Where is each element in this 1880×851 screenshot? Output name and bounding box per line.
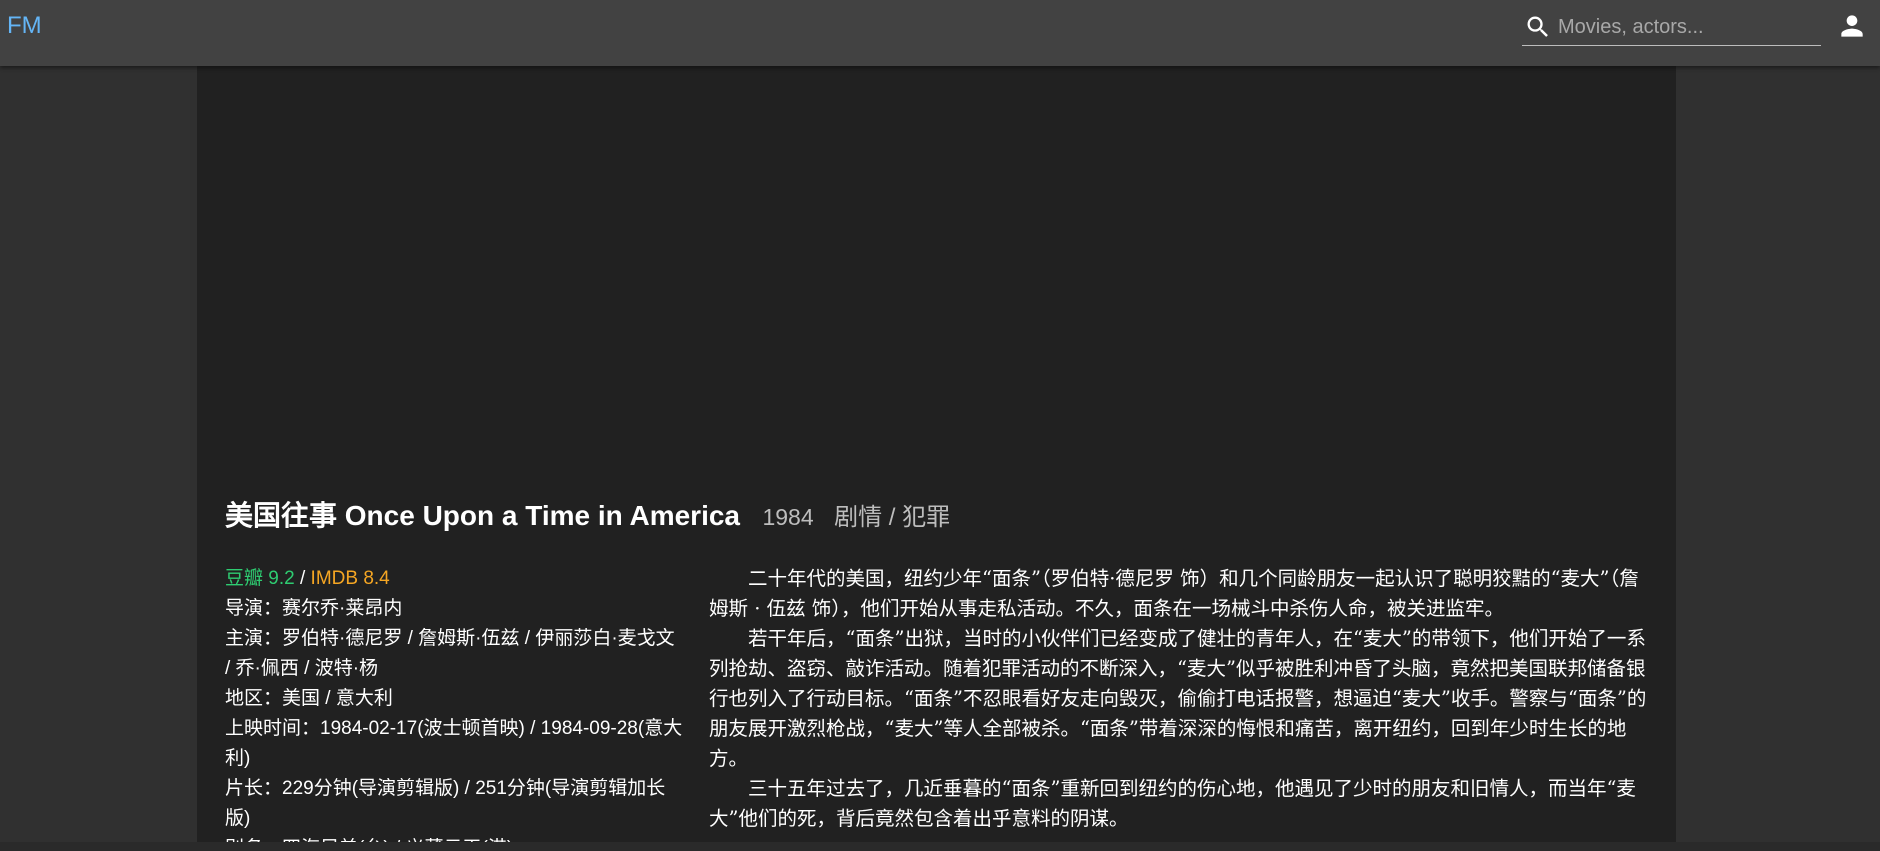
movie-detail-panel: 美国往事 Once Upon a Time in America 1984 剧情… bbox=[197, 66, 1676, 842]
douban-rating[interactable]: 豆瓣 9.2 bbox=[225, 568, 295, 589]
synopsis: 二十年代的美国，纽约少年“面条”（罗伯特·德尼罗 饰）和几个同龄朋友一起认识了聪… bbox=[709, 564, 1649, 834]
imdb-rating[interactable]: IMDB 8.4 bbox=[311, 568, 390, 589]
account-icon[interactable] bbox=[1836, 10, 1868, 42]
info-director: 导演：赛尔乔·莱昂内 bbox=[225, 598, 403, 619]
movie-genres: 剧情 / 犯罪 bbox=[834, 504, 951, 531]
search-box bbox=[1522, 9, 1821, 46]
info-region: 地区：美国 / 意大利 bbox=[225, 688, 393, 709]
info-release-date: 上映时间：1984-02-17(波士顿首映) / 1984-09-28(意大利) bbox=[225, 718, 683, 769]
movie-info: 豆瓣 9.2 / IMDB 8.4 导演：赛尔乔·莱昂内 主演：罗伯特·德尼罗 … bbox=[225, 564, 683, 842]
synopsis-paragraph: 三十五年过去了，几近垂暮的“面条”重新回到纽约的伤心地，他遇见了少时的朋友和旧情… bbox=[709, 777, 1636, 830]
search-input[interactable] bbox=[1558, 14, 1813, 40]
app-bar: FM bbox=[0, 0, 1880, 66]
ratings: 豆瓣 9.2 / IMDB 8.4 bbox=[225, 564, 683, 594]
synopsis-paragraph: 若干年后，“面条”出狱，当时的小伙伴们已经变成了健壮的青年人，在“麦大”的带领下… bbox=[709, 627, 1647, 770]
movie-title: 美国往事 Once Upon a Time in America bbox=[225, 500, 741, 531]
movie-year: 1984 bbox=[762, 504, 814, 530]
info-cast: 主演：罗伯特·德尼罗 / 詹姆斯·伍兹 / 伊丽莎白·麦戈文 / 乔·佩西 / … bbox=[225, 628, 675, 679]
info-aka: 别名：四海兄弟(台) / 义薄云天(港) bbox=[225, 834, 683, 842]
rating-separator: / bbox=[294, 568, 311, 589]
search-icon[interactable] bbox=[1524, 13, 1552, 41]
bottom-edge bbox=[0, 842, 1880, 851]
backdrop-area bbox=[197, 66, 1676, 466]
info-runtime: 片长：229分钟(导演剪辑版) / 251分钟(导演剪辑加长版) bbox=[225, 778, 666, 829]
brand-logo[interactable]: FM bbox=[7, 12, 42, 40]
movie-title-row: 美国往事 Once Upon a Time in America 1984 剧情… bbox=[225, 494, 950, 534]
synopsis-paragraph: 二十年代的美国，纽约少年“面条”（罗伯特·德尼罗 饰）和几个同龄朋友一起认识了聪… bbox=[709, 567, 1639, 620]
